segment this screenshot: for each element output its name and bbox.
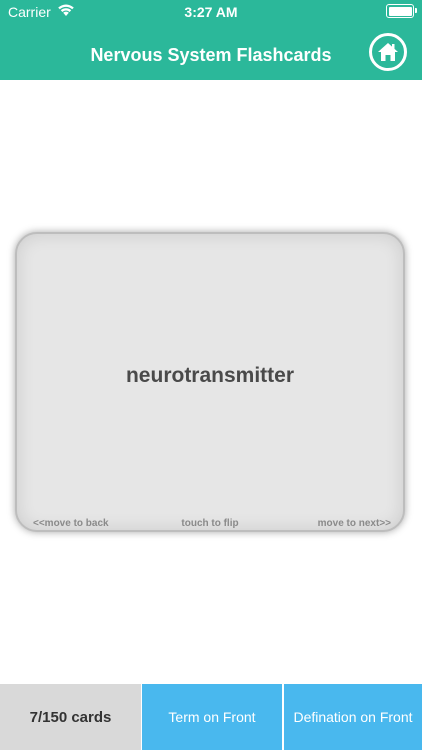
home-icon xyxy=(378,43,398,61)
status-bar: Carrier 3:27 AM xyxy=(0,0,422,24)
status-time: 3:27 AM xyxy=(184,4,238,20)
page-title: Nervous System Flashcards xyxy=(90,45,332,65)
battery-icon xyxy=(386,4,417,18)
move-to-next-hint[interactable]: move to next>> xyxy=(318,518,391,529)
bottom-toolbar: 7/150 cards Term on Front Defination on … xyxy=(0,684,422,750)
definition-on-front-button[interactable]: Defination on Front xyxy=(282,684,422,750)
flashcard[interactable]: neurotransmitter <<move to back touch to… xyxy=(15,232,405,532)
term-on-front-button[interactable]: Term on Front xyxy=(141,684,282,750)
card-count: 7/150 cards xyxy=(0,684,141,750)
flashcard-term: neurotransmitter xyxy=(125,364,295,387)
app-header: Carrier 3:27 AM Nervous System Flashcard… xyxy=(0,0,422,80)
home-button[interactable] xyxy=(369,33,407,71)
flashcard-area: neurotransmitter <<move to back touch to… xyxy=(15,232,405,532)
